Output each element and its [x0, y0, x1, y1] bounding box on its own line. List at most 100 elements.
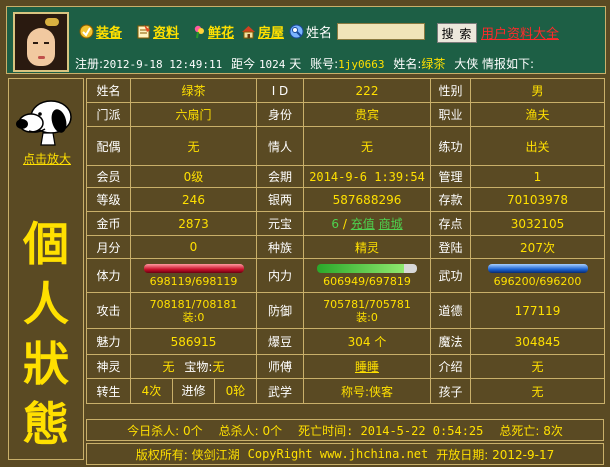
registration-info: 注册:2012-9-18 12:49:11 距今 1024 天 账号:1jy06…	[75, 55, 534, 72]
logins-label: 登陆	[430, 235, 471, 259]
mall-link[interactable]: 商城	[379, 217, 403, 231]
month-label: 月分	[86, 235, 131, 259]
sidebar: 点击放大 個 人 狀 態	[8, 78, 84, 460]
reg-suffix: 大侠 情报如下:	[454, 57, 535, 71]
table-row: 神灵 无 宝物:无 师傅 睡睡 介绍 无	[86, 354, 605, 379]
logins-value: 207次	[470, 235, 605, 259]
table-row: 体力 698119/698119 内力 606949/697819 武功 696…	[86, 258, 605, 293]
inner-power-value: 606949/697819	[323, 274, 411, 288]
nav-equipment[interactable]: 装备	[79, 22, 122, 41]
points-value: 3032105	[470, 211, 605, 236]
title-char: 狀	[23, 337, 69, 391]
enlarge-link[interactable]: 点击放大	[9, 150, 85, 167]
house-icon	[242, 25, 255, 38]
inner-power-bar	[317, 263, 417, 273]
name-label: 姓名:	[393, 57, 422, 71]
month-value: 0	[130, 235, 257, 259]
member-label: 会员	[86, 165, 131, 188]
identity-label: 身份	[256, 102, 304, 127]
equipment-icon	[79, 24, 94, 38]
title-char: 個	[23, 217, 69, 271]
level-value: 246	[130, 187, 257, 212]
open-date: 开放日期: 2012-9-17	[436, 447, 555, 462]
total-kills: 总杀人: 0个	[218, 423, 283, 438]
search-input[interactable]	[337, 23, 425, 40]
nav-house-label: 房屋	[258, 25, 285, 41]
master-label: 师傅	[256, 354, 304, 379]
gold-value: 2873	[130, 211, 257, 236]
gold-label: 金币	[86, 211, 131, 236]
deposit-value: 70103978	[470, 187, 605, 212]
nav-flowers[interactable]: 鲜花	[191, 22, 234, 41]
level-label: 等级	[86, 187, 131, 212]
search-name-label-group: 姓名	[289, 22, 332, 41]
martial-cell: 696200/696200	[470, 258, 605, 293]
martial-bar	[487, 263, 588, 273]
nav-profile[interactable]: 资料	[136, 22, 179, 41]
table-row: 姓名 绿茶 I D 222 性别 男	[86, 78, 605, 103]
snoopy-icon[interactable]	[15, 87, 77, 149]
defense-equip: 装:0	[356, 310, 378, 324]
stats-table: 姓名 绿茶 I D 222 性别 男 门派 六扇门 身份 贵宾 职业 渔夫 配偶…	[86, 78, 605, 404]
avatar[interactable]	[13, 12, 69, 72]
magic-value: 304845	[470, 328, 605, 355]
yuanbao-label: 元宝	[256, 211, 304, 236]
reg-date: 2012-9-18 12:49:11	[103, 58, 223, 71]
member-value: 0级	[130, 165, 257, 188]
martial-value: 696200/696200	[493, 274, 582, 288]
beans-value: 304 个	[303, 328, 431, 355]
title-char: 人	[23, 277, 69, 331]
charm-value: 586915	[130, 328, 257, 355]
title-cell: 称号:侠客	[303, 378, 431, 404]
yuanbao-cell: 6 / 充值 商城	[303, 211, 431, 236]
intro-value: 无	[470, 354, 605, 379]
reg-since: 距今	[231, 57, 256, 71]
silver-label: 银两	[256, 187, 304, 212]
race-label: 种族	[256, 235, 304, 259]
inner-power-cell: 606949/697819	[303, 258, 431, 293]
defense-cell: 705781/705781 装:0	[303, 292, 431, 329]
defense-label: 防御	[256, 292, 304, 329]
search-icon	[289, 24, 304, 38]
table-row: 门派 六扇门 身份 贵宾 职业 渔夫	[86, 102, 605, 127]
morality-value: 177119	[470, 292, 605, 329]
stamina-cell: 698119/698119	[130, 258, 257, 293]
death-time: 死亡时间: 2014-5-22 0:54:25	[298, 423, 484, 438]
lover-value: 无	[303, 126, 431, 166]
member-term-label: 会期	[256, 165, 304, 188]
nav-house[interactable]: 房屋	[241, 22, 285, 41]
id-value: 222	[303, 78, 431, 103]
today-kills: 今日杀人: 0个	[127, 423, 203, 438]
treasure-label: 宝物:	[184, 360, 213, 374]
rebirth-value: 4次	[132, 379, 173, 403]
admin-value: 1	[470, 165, 605, 188]
spouse-value: 无	[130, 126, 257, 166]
beans-label: 爆豆	[256, 328, 304, 355]
defense-value: 705781/705781	[323, 297, 411, 311]
table-row: 月分 0 种族 精灵 登陆 207次	[86, 235, 605, 259]
title-value: 侠客	[369, 384, 394, 399]
header-bar: 装备 资料 鲜花 房屋 姓名 搜 索 用户资料大全 注册:2012-9-18 1…	[6, 6, 606, 74]
training-value: 出关	[470, 126, 605, 166]
spirit-value: 无	[162, 360, 175, 374]
character-profile-page: 装备 资料 鲜花 房屋 姓名 搜 索 用户资料大全 注册:2012-9-18 1…	[0, 0, 610, 467]
search-button[interactable]: 搜 索	[437, 23, 477, 43]
points-label: 存点	[430, 211, 471, 236]
flower-icon	[194, 25, 204, 38]
recharge-link[interactable]: 充值	[351, 217, 375, 231]
admin-label: 管理	[430, 165, 471, 188]
account-value: 1jy0663	[338, 58, 385, 71]
kill-stats-row: 今日杀人: 0个 总杀人: 0个 死亡时间: 2014-5-22 0:54:25…	[86, 419, 604, 441]
attack-equip: 装:0	[182, 310, 205, 324]
martial-label: 武功	[430, 258, 471, 293]
attack-value: 708181/708181	[149, 297, 238, 311]
member-term-value: 2014-9-6 1:39:54	[303, 165, 431, 188]
user-directory-link[interactable]: 用户资料大全	[481, 23, 559, 42]
yuanbao-value: 6	[331, 217, 340, 231]
sect-value: 六扇门	[130, 102, 257, 127]
gender-label: 性别	[430, 78, 471, 103]
identity-value: 贵宾	[303, 102, 431, 127]
table-row: 魅力 586915 爆豆 304 个 魔法 304845	[86, 328, 605, 355]
profile-icon	[137, 24, 150, 38]
total-deaths: 总死亡: 8次	[499, 423, 563, 438]
